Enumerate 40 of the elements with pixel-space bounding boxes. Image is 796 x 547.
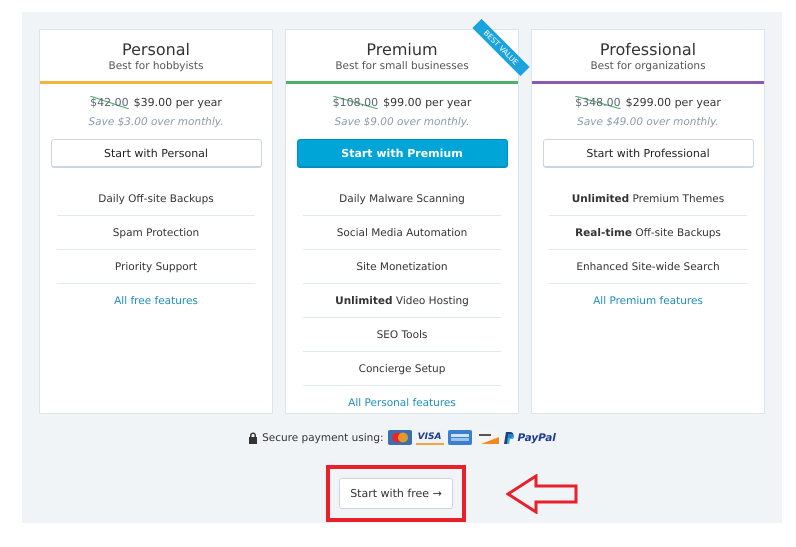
plan-name: Professional [600,40,696,60]
savings-note: Save $9.00 over monthly. [334,116,470,128]
savings-note: Save $49.00 over monthly. [577,116,719,128]
feature-text: SEO Tools [376,328,428,340]
features-link[interactable]: All Premium features [549,284,747,317]
free-button[interactable]: Start with free → [339,478,453,509]
feature-text: Real-time Off-site Backups [575,226,721,238]
plan-button[interactable]: Start with Personal [50,139,262,168]
savings-note: Save $3.00 over monthly. [88,116,224,128]
plan-tagline: Best for hobbyists [108,60,204,73]
feature-text: Site Monetization [356,260,448,272]
plan-name: Premium [366,40,438,60]
paypal-icon [504,432,514,444]
plan-tagline: Best for small businesses [335,60,469,73]
plan-button[interactable]: Start with Premium [296,139,508,168]
feature-text: Enhanced Site-wide Search [576,260,720,272]
card-logo-icon [448,430,472,445]
price: $99.00 per year [383,96,472,109]
feature-text: Daily Malware Scanning [339,192,465,204]
price: $39.00 per year [134,96,222,109]
feature-text: Daily Off-site Backups [98,192,214,204]
plan-button[interactable]: Start with Professional [542,139,754,168]
feature-text: Unlimited Video Hosting [335,294,469,306]
card-logo: VISA [416,430,444,445]
feature-text: Unlimited Premium Themes [572,192,724,204]
arrow-annotation-icon [506,474,578,514]
feature-text: Priority Support [114,260,198,272]
card-logo-icon [388,430,412,445]
price: $299.00 per year [626,96,721,109]
payment-label: Secure payment using: [262,432,384,444]
plan-name: Personal [122,40,190,60]
feature-text: Social Media Automation [336,226,468,238]
lock-icon [248,432,258,444]
feature-text: Concierge Setup [358,362,446,374]
card-logo-icon [476,430,500,445]
plan-tagline: Best for organizations [590,60,706,73]
feature-text: Spam Protection [112,226,200,238]
features-link[interactable]: All free features [57,284,255,317]
paypal-logo: PayPal [518,432,556,444]
features-link[interactable]: All Personal features [303,386,501,419]
